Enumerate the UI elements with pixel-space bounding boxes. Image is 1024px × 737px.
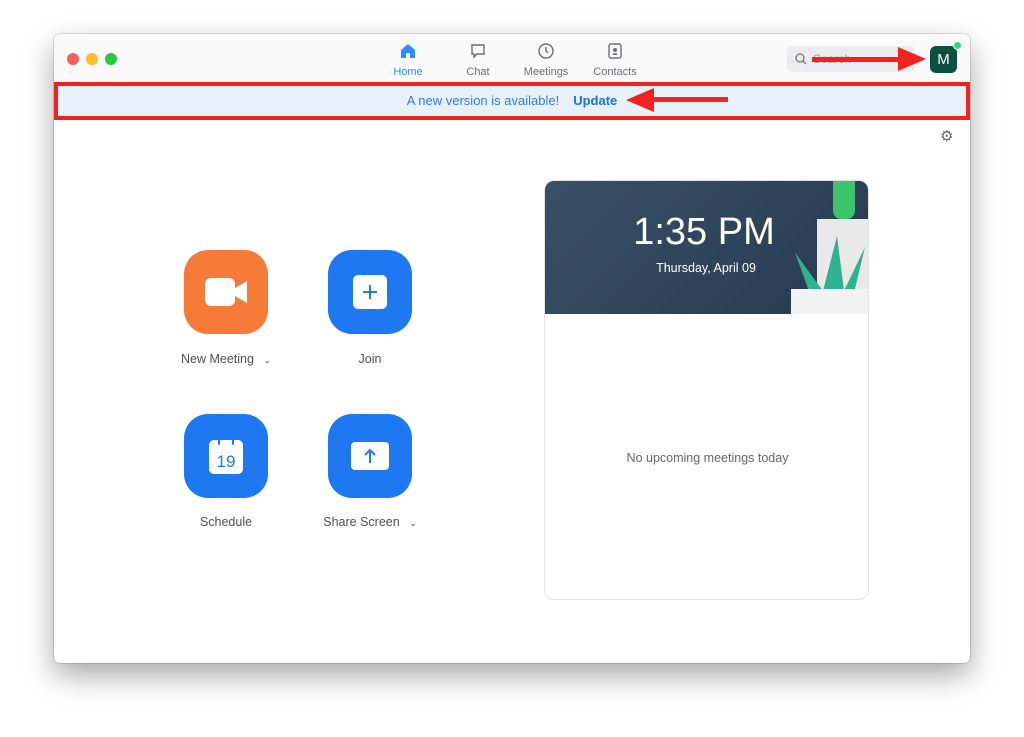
clock-icon	[538, 43, 554, 59]
tab-label: Contacts	[593, 66, 637, 78]
search-icon	[795, 53, 807, 65]
close-button[interactable]	[67, 53, 79, 65]
clock-header: 1:35 PM Thursday, April 09	[545, 181, 868, 314]
label-text: New Meeting	[181, 352, 254, 366]
home-icon	[401, 44, 415, 58]
no-meetings-text: No upcoming meetings today	[626, 451, 789, 465]
update-link[interactable]: Update	[573, 93, 617, 108]
label-text: Share Screen	[323, 515, 400, 529]
join-label[interactable]: Join	[290, 352, 450, 366]
zoom-window: Home Chat Meetings Contacts Search M A n…	[54, 34, 970, 663]
tab-contacts[interactable]: Contacts	[580, 42, 650, 78]
current-date: Thursday, April 09	[656, 261, 756, 275]
update-banner: A new version is available! Update	[54, 82, 970, 120]
maximize-button[interactable]	[105, 53, 117, 65]
chevron-down-icon[interactable]: ⌄	[263, 355, 271, 365]
share-screen-button[interactable]	[328, 414, 412, 498]
tab-label: Chat	[466, 66, 490, 78]
update-message: A new version is available!	[406, 93, 560, 108]
calendar-day: 19	[217, 452, 236, 471]
avatar[interactable]: M	[930, 46, 957, 73]
tab-chat[interactable]: Chat	[443, 42, 513, 78]
tab-home[interactable]: Home	[373, 42, 443, 78]
gear-icon[interactable]: ⚙	[940, 127, 953, 145]
chevron-down-icon[interactable]: ⌄	[409, 518, 417, 528]
chat-icon	[471, 44, 485, 59]
minimize-button[interactable]	[86, 53, 98, 65]
schedule-label[interactable]: Schedule	[146, 515, 306, 529]
contacts-icon	[608, 43, 622, 59]
share-screen-icon	[351, 442, 389, 470]
upcoming-meetings-card: 1:35 PM Thursday, April 09 No upcoming m…	[544, 180, 869, 600]
plus-icon	[353, 275, 387, 309]
new-meeting-label[interactable]: New Meeting ⌄	[146, 352, 306, 366]
current-time: 1:35 PM	[633, 211, 775, 253]
online-status-dot	[953, 41, 962, 50]
calendar-icon: 19	[209, 436, 243, 474]
schedule-button[interactable]: 19	[184, 414, 268, 498]
new-meeting-button[interactable]	[184, 250, 268, 334]
tab-label: Home	[393, 66, 423, 78]
video-camera-icon	[205, 278, 247, 306]
share-screen-label[interactable]: Share Screen ⌄	[290, 515, 450, 529]
tab-meetings[interactable]: Meetings	[511, 42, 581, 78]
join-button[interactable]	[328, 250, 412, 334]
tab-label: Meetings	[523, 66, 569, 78]
